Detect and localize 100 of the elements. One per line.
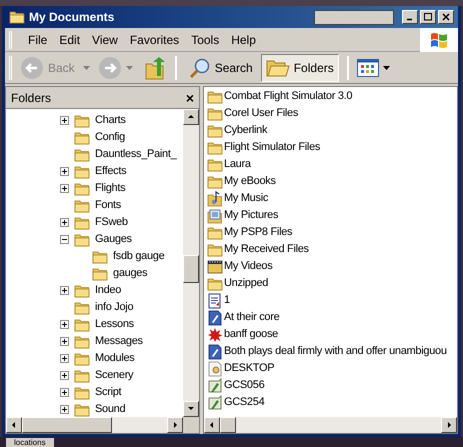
scroll-up-button[interactable] [183,109,199,125]
folder-icon [74,386,90,400]
folder-tree-item[interactable]: Fonts [95,197,122,214]
folder-tree-item[interactable]: Scenery [95,367,134,384]
expand-icon[interactable] [60,354,69,363]
expand-icon[interactable] [60,286,69,295]
pane-title: Folders [11,90,52,106]
folders-button[interactable]: Folders [260,54,339,82]
folder-tree-item[interactable]: Flights [95,180,126,197]
list-entry[interactable]: My eBooks [224,173,276,190]
music-folder-icon [207,190,223,206]
scroll-left-button[interactable] [6,417,22,433]
list-entry[interactable]: Corel User Files [224,105,298,122]
list-entry[interactable]: Cyberlink [224,122,268,139]
folder-icon [207,90,223,104]
expand-icon[interactable] [60,388,69,397]
list-entry[interactable]: My PSP8 Files [224,224,292,241]
folder-tree-item[interactable]: gauges [113,265,148,282]
scroll-left-button[interactable] [204,417,220,433]
expand-icon[interactable] [60,167,69,176]
folder-icon [207,174,223,188]
scroll-right-button[interactable] [441,417,457,433]
folder-icon [92,250,108,264]
menu-item[interactable]: Tools [187,30,224,48]
folder-tree-item[interactable]: Messages [95,333,143,350]
close-pane-button[interactable]: × [186,90,194,104]
folder-icon [74,284,90,298]
folder-icon [74,402,90,416]
list-entry[interactable]: DESKTOP [224,360,274,377]
list-entry[interactable]: Combat Flight Simulator 3.0 [224,88,352,105]
folder-icon [74,114,90,128]
folder-tree-item[interactable]: Effects [95,163,126,180]
menu-item[interactable]: Favorites [126,30,184,48]
scroll-thumb[interactable] [220,417,236,433]
title-extra-buttons[interactable] [314,10,394,24]
pictures-folder-icon [207,208,223,224]
scroll-thumb[interactable] [183,255,199,283]
search-button[interactable]: Search [184,56,257,78]
folder-tree-item[interactable]: Config [95,129,125,146]
folder-tree-item[interactable]: fsdb gauge [113,248,164,265]
scroll-thumb[interactable] [22,417,112,433]
folder-tree-item[interactable]: Dauntless_Paint_ [95,146,176,163]
folder-tree-item[interactable]: Indeo [95,282,122,299]
list-entry[interactable]: At their core [224,309,280,326]
folder-icon [207,276,223,290]
folder-tree-item[interactable]: Sound [95,401,126,417]
close-icon [442,13,450,21]
folder-tree-item[interactable]: info Jojo [95,299,134,316]
list-entry[interactable]: banff goose [224,326,278,343]
expand-icon[interactable] [60,218,69,227]
taskbar-tab[interactable]: locations [6,438,54,447]
maximize-button[interactable] [420,10,436,24]
list-entry[interactable]: My Videos [224,258,272,275]
list-entry[interactable]: Both plays deal firmly with and offer unambiguou [224,343,447,360]
folder-tree-item[interactable]: Lessons [95,316,134,333]
list-entry[interactable]: 1 [224,292,230,309]
list-entry[interactable]: My Received Files [224,241,309,258]
list-entry[interactable]: Laura [224,156,251,173]
pen-document-icon [207,310,223,326]
expand-icon[interactable] [60,371,69,380]
expand-icon[interactable] [60,116,69,125]
scroll-down-button[interactable] [183,401,199,417]
folder-icon [74,130,90,144]
dropdown-icon[interactable] [382,66,390,70]
folder-icon [92,266,108,280]
list-entry[interactable]: Flight Simulator Files [224,139,320,156]
horizontal-scrollbar[interactable] [6,417,199,433]
menu-item[interactable]: Edit [55,30,84,48]
scroll-right-button[interactable] [167,417,183,433]
menu-item[interactable]: View [88,30,122,48]
folder-icon [74,334,90,348]
image-file-icon [207,378,223,394]
folder-tree-item[interactable]: Charts [95,112,126,129]
flag-logo-icon [429,30,449,48]
close-button[interactable] [438,10,454,24]
expand-icon[interactable] [60,184,69,193]
minimize-button[interactable] [402,10,418,24]
maximize-icon [424,13,432,21]
folder-tree-item[interactable]: Modules [95,350,134,367]
menu-item[interactable]: File [24,30,52,48]
expand-icon[interactable] [60,337,69,346]
folder-tree-item[interactable]: FSweb [95,214,128,231]
list-entry[interactable]: GCS056 [224,377,264,394]
folder-icon [9,10,25,24]
list-entry[interactable]: GCS254 [224,394,264,411]
folder-icon [74,182,90,196]
menu-item[interactable]: Help [227,30,260,48]
vertical-scrollbar[interactable] [183,109,199,417]
views-icon[interactable] [356,58,379,76]
list-entry[interactable]: My Music [224,190,268,207]
folder-tree-item[interactable]: Gauges [95,231,132,248]
list-entry[interactable]: Unzipped [224,275,268,292]
list-entry[interactable]: My Pictures [224,207,278,224]
horizontal-scrollbar[interactable] [204,417,457,433]
expand-icon[interactable] [60,405,69,414]
collapse-icon[interactable] [60,235,69,244]
folder-tree-item[interactable]: Script [95,384,122,401]
folder-icon [74,352,90,366]
expand-icon[interactable] [60,320,69,329]
pen-document-icon [207,344,223,360]
